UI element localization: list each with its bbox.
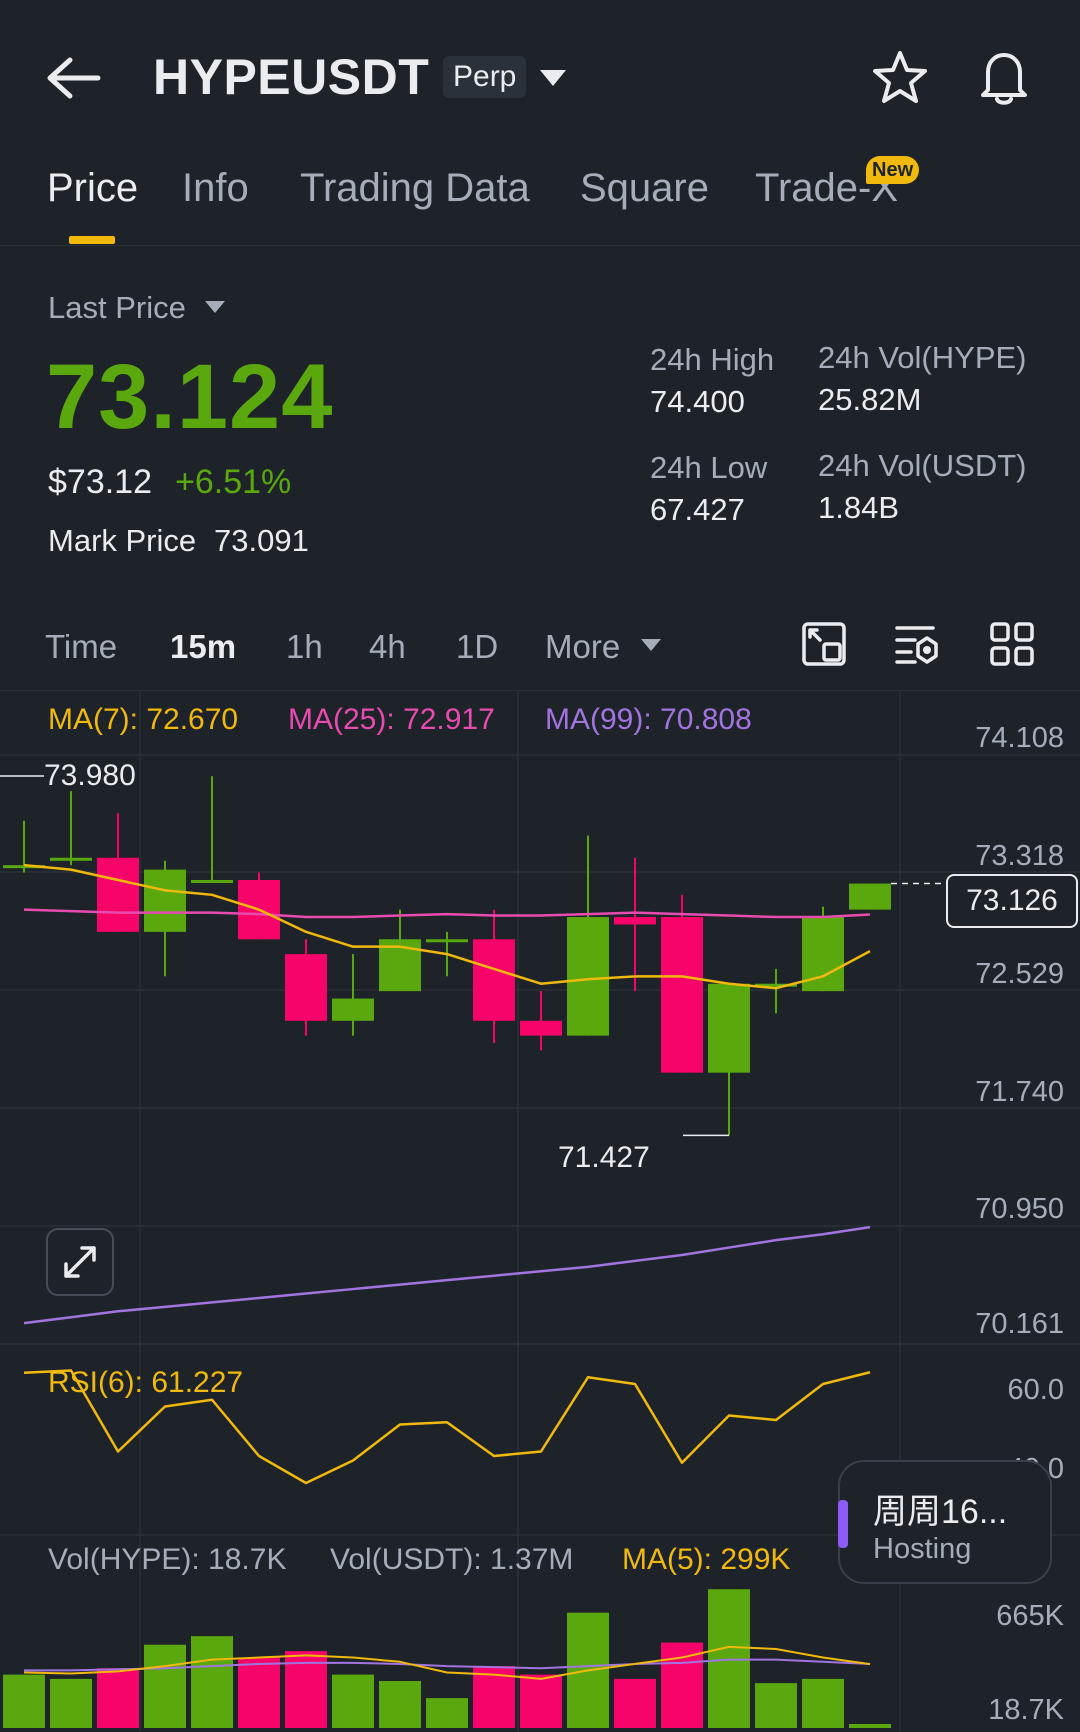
volume-bar: [379, 1681, 421, 1728]
active-tab-indicator: [69, 236, 115, 244]
volume-usdt-label: Vol(USDT): 1.37M: [330, 1543, 574, 1576]
grid-layout-icon[interactable]: [988, 620, 1036, 668]
vol-usdt-24h-value: 1.84B: [818, 490, 900, 525]
vol-hype-24h-value: 25.82M: [818, 382, 922, 417]
expand-chart-button[interactable]: [46, 1228, 114, 1296]
low-24h-value: 67.427: [650, 492, 745, 527]
price-axis-label: 72.529: [975, 958, 1064, 990]
current-price-tag: 73.126: [946, 874, 1078, 928]
candle-body: [614, 917, 656, 925]
candle-body: [191, 879, 233, 883]
candle-body: [50, 857, 92, 861]
high-24h-label: 24h High: [650, 342, 775, 377]
vol-hype-24h-label: 24h Vol(HYPE): [818, 340, 1027, 375]
expand-icon: [64, 1246, 96, 1278]
usd-price: $73.12: [48, 463, 152, 501]
candle-body: [285, 954, 327, 1021]
symbol-title[interactable]: HYPEUSDT: [153, 48, 429, 106]
low-marker-label: 71.427: [558, 1141, 650, 1174]
ma25-label: MA(25): 72.917: [288, 703, 495, 736]
rsi-label: RSI(6): 61.227: [48, 1366, 244, 1399]
tab-info[interactable]: Info: [182, 166, 249, 211]
price-axis-label: 74.108: [975, 722, 1064, 754]
bell-icon[interactable]: [974, 46, 1034, 108]
chart-resize-icon[interactable]: [800, 620, 848, 668]
price-axis-label: 70.950: [975, 1193, 1064, 1225]
volume-bar: [3, 1674, 45, 1728]
tab-square[interactable]: Square: [580, 166, 709, 211]
candle-body: [661, 917, 703, 1073]
star-icon[interactable]: [870, 48, 930, 108]
ma99-line: [23, 1225, 871, 1325]
indicator-settings-icon[interactable]: [893, 620, 941, 668]
volume-bar: [332, 1674, 374, 1728]
volume-hype-label: Vol(HYPE): 18.7K: [48, 1543, 287, 1576]
last-price-selector[interactable]: Last Price: [48, 290, 186, 326]
contract-type-badge: Perp: [443, 56, 527, 98]
candle-body: [97, 857, 139, 932]
mark-price-value: 73.091: [214, 523, 309, 558]
ma99-label: MA(99): 70.808: [545, 703, 752, 736]
last-price-value: 73.124: [46, 346, 334, 448]
interval-4h[interactable]: 4h: [369, 628, 406, 666]
new-badge: New: [866, 156, 920, 184]
low-24h-label: 24h Low: [650, 450, 768, 485]
vol-usdt-24h-label: 24h Vol(USDT): [818, 448, 1027, 483]
candle-body: [332, 998, 374, 1021]
candle-body: [567, 917, 609, 1036]
volume-bar: [191, 1636, 233, 1728]
volume-bar: [144, 1644, 186, 1728]
mark-price-label: Mark Price: [48, 523, 197, 558]
interval-1d[interactable]: 1D: [456, 628, 498, 666]
volume-bar: [97, 1668, 139, 1728]
interval-1h[interactable]: 1h: [286, 628, 323, 666]
interval-more[interactable]: More: [545, 628, 620, 666]
volume-bar: [238, 1657, 280, 1728]
high-24h-value: 74.400: [650, 384, 745, 419]
chevron-down-icon[interactable]: [538, 68, 568, 88]
divider: [0, 245, 1080, 246]
interval-time[interactable]: Time: [45, 628, 117, 666]
volume-axis-label: 18.7K: [988, 1694, 1064, 1726]
hosting-accent-bar: [838, 1500, 848, 1548]
volume-bar: [802, 1678, 844, 1728]
candle-body: [473, 939, 515, 1021]
price-axis-label: 70.161: [975, 1308, 1064, 1340]
arrow-left-icon[interactable]: [40, 48, 108, 108]
price-axis-label: 71.740: [975, 1076, 1064, 1108]
tab-price[interactable]: Price: [47, 166, 138, 211]
hosting-status: Hosting: [873, 1533, 972, 1565]
volume-bar: [849, 1724, 891, 1728]
ma7-label: MA(7): 72.670: [48, 703, 239, 736]
price-axis-label: 73.318: [975, 840, 1064, 872]
chevron-down-icon[interactable]: [640, 638, 662, 652]
high-marker-label: 73.980: [44, 759, 136, 792]
interval-15m[interactable]: 15m: [170, 628, 236, 666]
candle-body: [849, 883, 891, 910]
volume-bar: [426, 1698, 468, 1728]
volume-bar: [755, 1683, 797, 1728]
hosting-name: 周周16...: [873, 1493, 1008, 1531]
volume-bar: [520, 1674, 562, 1728]
change-percent: +6.51%: [175, 463, 292, 501]
candle-body: [144, 869, 186, 932]
tab-trading-data[interactable]: Trading Data: [300, 166, 530, 211]
volume-bar: [661, 1642, 703, 1728]
rsi-axis-label: 60.0: [1007, 1374, 1064, 1406]
volume-bar: [614, 1678, 656, 1728]
chevron-down-icon[interactable]: [204, 300, 226, 314]
candle-body: [426, 939, 468, 943]
candle-body: [520, 1020, 562, 1036]
volume-axis-label: 665K: [996, 1600, 1064, 1632]
candle-body: [708, 983, 750, 1073]
volume-ma5-label: MA(5): 299K: [622, 1543, 791, 1576]
volume-bar: [50, 1678, 92, 1728]
volume-bar: [708, 1589, 750, 1728]
